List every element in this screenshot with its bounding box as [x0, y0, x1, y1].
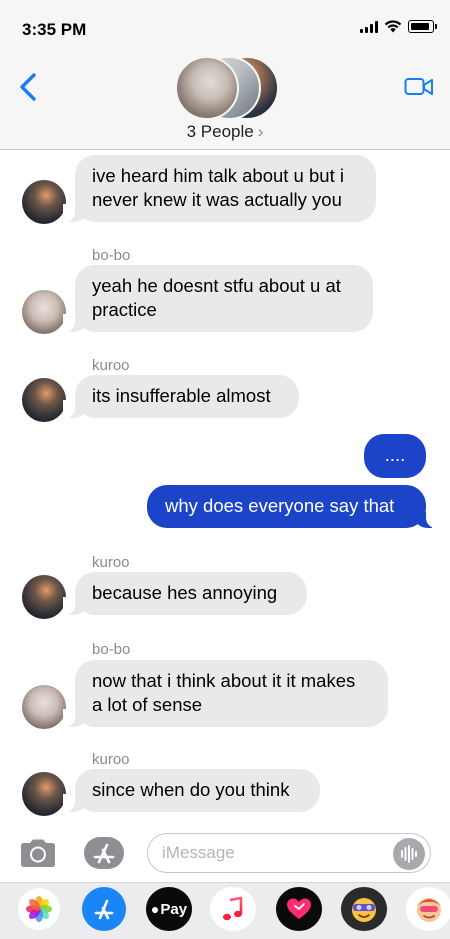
app-store-a-icon	[94, 899, 114, 920]
message-bubble[interactable]: why does everyone say that	[147, 485, 438, 528]
conversation-header: 3:35 PM 3 People ›	[0, 0, 450, 150]
message-line: why does everyone say that	[165, 495, 395, 516]
memoji-face-icon	[352, 898, 376, 922]
message-line: ....	[384, 444, 406, 465]
message-line: because hes annoying	[92, 582, 278, 603]
message-bubble[interactable]: because hes annoying	[63, 572, 307, 615]
message-line: practice	[92, 299, 157, 320]
group-avatars[interactable]	[175, 56, 279, 120]
message-line: ive heard him talk about u but i	[92, 165, 344, 186]
avatar	[175, 56, 239, 120]
photos-app-icon[interactable]	[18, 888, 60, 930]
avatar[interactable]	[22, 575, 66, 619]
app-drawer: ● Pay	[0, 882, 450, 939]
avatar[interactable]	[22, 685, 66, 729]
photos-flower-icon	[26, 896, 52, 922]
apple-logo-icon: ●	[150, 901, 160, 917]
apple-pay-label: Pay	[160, 900, 188, 918]
avatar[interactable]	[22, 180, 66, 224]
back-chevron-icon[interactable]	[14, 70, 44, 104]
status-time: 3:35 PM	[22, 20, 87, 39]
message-line: its insufferable almost	[92, 385, 271, 406]
heart-icon	[287, 898, 311, 919]
group-details-button[interactable]: 3 People ›	[0, 122, 450, 142]
music-note-icon	[223, 896, 243, 921]
cellular-signal-icon	[360, 20, 378, 33]
message-line: since when do you think	[92, 779, 290, 800]
message-bubble[interactable]: since when do you think	[63, 769, 320, 812]
avatar[interactable]	[22, 290, 66, 334]
message-line: never knew it was actually you	[92, 189, 342, 210]
waveform-icon	[401, 845, 417, 863]
digital-touch-app-icon[interactable]	[276, 887, 322, 931]
chevron-right-icon: ›	[257, 122, 264, 141]
memoji-sticker-icon	[417, 898, 441, 922]
music-app-icon[interactable]	[210, 887, 256, 931]
message-bubble[interactable]: now that i think about it it makes a lot…	[63, 660, 388, 727]
battery-icon	[408, 20, 437, 33]
avatar[interactable]	[22, 772, 66, 816]
sender-name: kuroo	[92, 357, 130, 374]
status-icons	[360, 20, 437, 33]
message-bubble[interactable]: ....	[364, 434, 426, 478]
video-camera-icon[interactable]	[404, 76, 434, 98]
message-bubble[interactable]: ive heard him talk about u but i never k…	[63, 155, 376, 222]
audio-message-button[interactable]	[393, 838, 425, 870]
message-bubble[interactable]: yeah he doesnt stfu about u at practice	[63, 265, 373, 332]
sender-name: bo-bo	[92, 641, 131, 658]
app-store-app-icon[interactable]	[82, 887, 126, 931]
apple-pay-app-icon[interactable]: ● Pay	[146, 887, 192, 931]
sender-name: kuroo	[92, 554, 130, 571]
camera-icon[interactable]	[18, 838, 58, 868]
memoji-stickers-app-icon[interactable]	[406, 887, 450, 931]
avatar[interactable]	[22, 378, 66, 422]
wifi-icon	[384, 20, 402, 33]
message-bubble[interactable]: its insufferable almost	[63, 375, 299, 418]
app-store-icon[interactable]	[82, 836, 126, 870]
message-input[interactable]	[147, 833, 431, 873]
message-line: yeah he doesnt stfu about u at	[92, 275, 341, 296]
compose-bar	[0, 826, 450, 882]
memoji-app-icon[interactable]	[341, 887, 387, 931]
message-line: a lot of sense	[92, 694, 203, 715]
sender-name: kuroo	[92, 751, 130, 768]
sender-name: bo-bo	[92, 247, 131, 264]
message-line: now that i think about it it makes	[92, 670, 356, 691]
people-count-label: 3 People	[186, 122, 254, 141]
